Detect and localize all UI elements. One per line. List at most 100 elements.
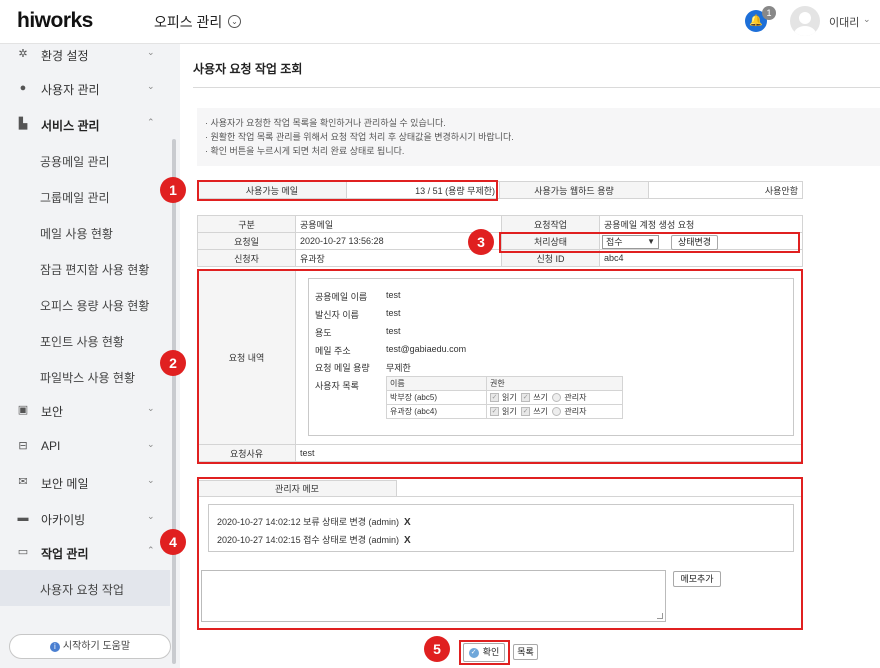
sidebar-item-archiving[interactable]: ▬ 아카이빙 ⌄ (0, 500, 170, 536)
sidebar-item-label: 메일 사용 현황 (40, 227, 113, 241)
sidebar-item-label: 오피스 용량 사용 현황 (40, 299, 150, 313)
sidebar-item-settings[interactable]: ✲ 환경 설정 ⌄ (0, 36, 170, 72)
hiworks-logo[interactable]: hiworks (17, 9, 93, 33)
tab-admin-memo[interactable]: 관리자 메모 (197, 480, 397, 497)
notice-line: · 확인 버튼을 누르시게 되면 처리 완료 상태로 됩니다. (205, 146, 405, 156)
sidebar-item-secure-mail[interactable]: ✉ 보안 메일 ⌄ (0, 464, 170, 500)
help-button[interactable]: i 시작하기 도움말 (9, 634, 171, 659)
detail-value: test (386, 308, 401, 318)
sidebar-item-service[interactable]: ▙ 서비스 관리 ⌃ (0, 106, 170, 142)
read-checkbox[interactable]: ✓ (490, 393, 499, 403)
info-icon: i (49, 642, 60, 652)
detail-value: test (386, 290, 401, 300)
write-label: 쓰기 (533, 407, 548, 416)
chevron-down-icon[interactable]: ⌄ (863, 14, 871, 25)
mail-icon: ✉ (18, 476, 28, 488)
perm-name: 유과장 (abc4) (386, 404, 487, 419)
sidebar-item-label: 아카이빙 (41, 513, 86, 527)
sidebar-item-filebox[interactable]: 파일박스 사용 현황 (0, 358, 170, 394)
sidebar: ✲ 환경 설정 ⌄ ● 사용자 관리 ⌄ ▙ 서비스 관리 ⌃ 공용메일 관리 … (0, 44, 180, 668)
sidebar-item-label: 환경 설정 (41, 49, 89, 63)
notice-box: · 사용자가 요청한 작업 목록을 확인하거나 관리하실 수 있습니다. · 원… (197, 108, 880, 166)
add-memo-button[interactable]: 메모추가 (673, 571, 721, 587)
status-label: 처리상태 (501, 232, 600, 250)
status-select[interactable]: 접수 ▼ (602, 235, 659, 249)
list-button[interactable]: 목록 (513, 644, 538, 660)
sidebar-item-jobs[interactable]: ▭ 작업 관리 ⌃ (0, 534, 170, 570)
sidebar-item-label: 공용메일 관리 (40, 155, 110, 169)
avatar[interactable] (790, 6, 820, 36)
divider (193, 87, 880, 88)
usage-table: 사용가능 메일 13 / 51 (용량 무제한) 사용가능 웹하드 용량 사용안… (197, 181, 803, 199)
sidebar-item-user-requests[interactable]: 사용자 요청 작업 (0, 570, 170, 606)
read-checkbox[interactable]: ✓ (490, 407, 499, 417)
status-selected: 접수 (606, 237, 623, 247)
sidebar-item-label: 사용자 관리 (41, 83, 100, 97)
chevron-down-icon: ▼ (647, 237, 655, 246)
main-content: 사용자 요청 작업 조회 · 사용자가 요청한 작업 목록을 확인하거나 관리하… (180, 44, 880, 668)
detail-key: 공용메일 이름 (315, 292, 368, 302)
detail-key: 요청 메일 용량 (315, 363, 370, 373)
sidebar-item-office-capacity[interactable]: 오피스 용량 사용 현황 (0, 286, 170, 322)
sidebar-scrollbar[interactable] (172, 139, 176, 664)
user-name[interactable]: 이대리 (829, 14, 859, 30)
sidebar-item-label: 보안 (41, 405, 64, 419)
sidebar-item-points[interactable]: 포인트 사용 현황 (0, 322, 170, 358)
sidebar-item-label: 파일박스 사용 현황 (40, 371, 135, 385)
check-icon: ✓ (468, 647, 479, 658)
sidebar-item-label: 그룹메일 관리 (40, 191, 110, 205)
detail-value: 무제한 (386, 363, 411, 373)
id-label: 신청 ID (501, 249, 600, 267)
lock-icon: ▣ (17, 404, 29, 416)
chevron-down-icon[interactable]: ⌄ (228, 15, 241, 28)
perm-cell: ✓ 읽기 ✓ 쓰기 관리자 (486, 404, 623, 419)
perm-name: 박부장 (abc5) (386, 390, 487, 405)
reason-value: test (295, 444, 803, 462)
memo-textarea[interactable] (201, 570, 666, 622)
chevron-up-icon: ⌃ (147, 117, 155, 127)
help-label: 시작하기 도움말 (62, 641, 131, 652)
webhard-label: 사용가능 웹하드 용량 (499, 181, 649, 199)
sidebar-item-security[interactable]: ▣ 보안 ⌄ (0, 392, 170, 428)
delete-memo-icon[interactable]: X (404, 517, 411, 528)
user-icon: ● (19, 82, 27, 94)
memo-text: 2020-10-27 14:02:15 접수 상태로 변경 (admin) (217, 535, 400, 545)
monitor-icon: ▭ (17, 546, 29, 558)
sidebar-item-label: 포인트 사용 현황 (40, 335, 124, 349)
confirm-button[interactable]: ✓ 확인 (463, 643, 505, 662)
marker-3: 3 (468, 229, 494, 255)
sidebar-item-api[interactable]: ⊟ API ⌄ (0, 428, 170, 464)
chevron-down-icon: ⌄ (147, 403, 155, 413)
sidebar-item-label: 보안 메일 (41, 477, 89, 491)
sidebar-item-shared-mail[interactable]: 공용메일 관리 (0, 142, 170, 178)
notice-line: · 원활한 작업 목록 관리를 위해서 요청 작업 처리 후 상태값을 변경하시… (205, 132, 514, 142)
notice-line: · 사용자가 요청한 작업 목록을 확인하거나 관리하실 수 있습니다. (205, 118, 446, 128)
sidebar-item-mail-usage[interactable]: 메일 사용 현황 (0, 214, 170, 250)
notification-badge: 1 (762, 6, 776, 20)
status-change-button[interactable]: 상태변경 (671, 235, 718, 250)
chevron-down-icon: ⌄ (147, 439, 155, 449)
write-checkbox[interactable]: ✓ (521, 393, 531, 403)
requester-label: 신청자 (197, 249, 296, 267)
marker-2: 2 (160, 350, 186, 376)
chevron-down-icon: ⌄ (147, 475, 155, 485)
id-value: abc4 (599, 249, 803, 267)
gear-icon: ✲ (18, 48, 28, 60)
sidebar-item-label: API (41, 439, 61, 453)
mail-label: 사용가능 메일 (197, 181, 347, 199)
sidebar-item-locked-mailbox[interactable]: 잠금 편지함 사용 현황 (0, 250, 170, 286)
sidebar-item-group-mail[interactable]: 그룹메일 관리 (0, 178, 170, 214)
mail-value: 13 / 51 (용량 무제한) (346, 181, 500, 199)
detail-key: 용도 (315, 328, 332, 338)
admin-radio[interactable] (552, 393, 562, 403)
write-checkbox[interactable]: ✓ (521, 407, 531, 417)
app-title[interactable]: 오피스 관리 (154, 12, 222, 32)
chevron-down-icon: ⌄ (147, 47, 155, 57)
sidebar-item-users[interactable]: ● 사용자 관리 ⌄ (0, 70, 170, 106)
job-label: 요청작업 (501, 215, 600, 233)
detail-key: 사용자 목록 (315, 381, 359, 391)
delete-memo-icon[interactable]: X (404, 535, 411, 546)
admin-radio[interactable] (552, 407, 562, 417)
chevron-down-icon: ⌄ (147, 81, 155, 91)
api-icon: ⊟ (18, 440, 28, 452)
